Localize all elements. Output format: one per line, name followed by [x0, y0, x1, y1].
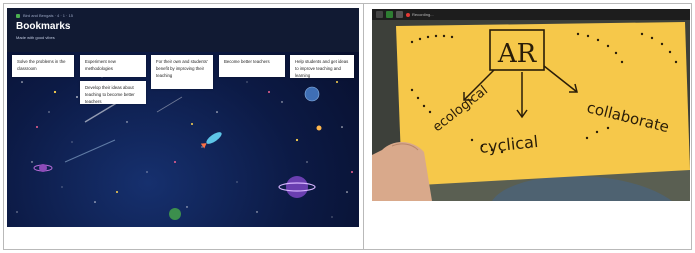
recording-icon: [406, 13, 410, 17]
video-toolbar: Recording...: [372, 9, 690, 20]
bookmark-card[interactable]: Become better teachers: [219, 55, 285, 77]
board-subtitle: Made with good vibes: [16, 35, 55, 40]
bookmark-card[interactable]: Help students and get ideas to improve t…: [290, 55, 354, 78]
bookmark-card[interactable]: Solve the problems in the classroom: [12, 55, 74, 77]
bookmark-card[interactable]: Experiment new methodologies: [80, 55, 146, 77]
board-header: Bird and Bengals · 4 · 1 · 15 Bookmarks …: [7, 8, 359, 52]
bookmarks-board: Bird and Bengals · 4 · 1 · 15 Bookmarks …: [7, 8, 359, 227]
video-call-panel: Recording... AR ecological cyclical coll…: [372, 9, 690, 201]
breadcrumb[interactable]: Bird and Bengals · 4 · 1 · 15: [16, 13, 73, 18]
bookmark-card[interactable]: For their own and students' benefit by i…: [151, 55, 213, 89]
panel-divider: [363, 3, 364, 250]
board-title: Bookmarks: [16, 21, 71, 32]
speaker-view-icon[interactable]: [386, 11, 393, 18]
app-icon: [16, 13, 20, 18]
recording-label: Recording...: [412, 12, 434, 17]
bookmark-card[interactable]: Develop their ideas about teaching to be…: [80, 81, 146, 104]
webcam-feed: AR ecological cyclical collaborate: [372, 20, 690, 201]
breadcrumb-text: Bird and Bengals · 4 · 1 · 15: [23, 13, 74, 18]
window-icon[interactable]: [376, 11, 383, 18]
diagram-center-label: AR: [497, 39, 538, 69]
gallery-view-icon[interactable]: [396, 11, 403, 18]
